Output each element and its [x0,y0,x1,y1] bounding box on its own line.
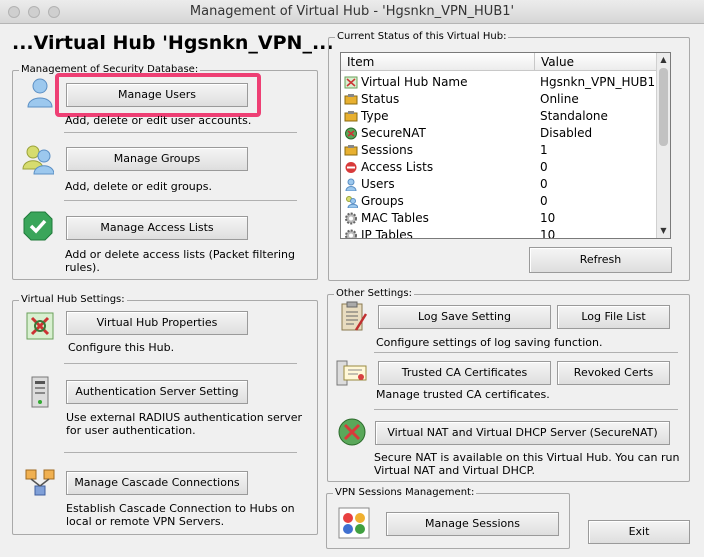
table-row[interactable]: SecureNAT Disabled [341,125,658,142]
hub-icon [344,76,358,89]
status-item-value: 0 [540,194,548,208]
ca-certificates-description: Manage trusted CA certificates. [376,388,550,401]
log-settings-description: Configure settings of log saving functio… [376,336,603,349]
group-icon [346,196,358,208]
hub-properties-icon [26,312,54,340]
status-item-value: 0 [540,177,548,191]
group-icon [22,145,54,175]
securenat-icon [345,127,357,140]
checkmark-shield-icon [23,211,53,241]
status-item-label: Sessions [361,143,414,157]
scroll-down-arrow-icon[interactable]: ▼ [657,224,670,238]
status-item-label: Groups [361,194,404,208]
table-header: Item Value [341,53,658,71]
table-scrollbar[interactable]: ▲ ▼ [656,53,670,238]
user-icon [27,78,53,108]
minimize-window-button[interactable] [28,6,40,18]
window-titlebar: Management of Virtual Hub - 'Hgsnkn_VPN_… [0,0,704,24]
hub-status-legend: Current Status of this Virtual Hub: [335,31,509,43]
securenat-description: Secure NAT is available on this Virtual … [374,451,680,477]
status-item-value: Disabled [540,126,593,140]
vpn-sessions-legend: VPN Sessions Management: [333,487,477,499]
table-row[interactable]: Sessions 1 [341,142,658,159]
other-settings-legend: Other Settings: [334,288,414,300]
hub-settings-legend: Virtual Hub Settings: [19,294,127,306]
refresh-button[interactable]: Refresh [529,247,672,273]
status-item-value: 1 [540,143,548,157]
status-item-label: Users [361,177,395,191]
separator [64,200,297,201]
revoked-certs-button[interactable]: Revoked Certs [557,361,670,385]
cascade-connections-button[interactable]: Manage Cascade Connections [66,471,248,495]
table-row[interactable]: Status Online [341,91,658,108]
status-item-label: Status [361,92,400,106]
table-row[interactable]: Virtual Hub Name Hgsnkn_VPN_HUB1 [341,74,658,91]
table-row[interactable]: Groups 0 [341,193,658,210]
gear-icon [345,229,357,238]
table-row[interactable]: IP Tables 10 [341,227,658,239]
scroll-up-arrow-icon[interactable]: ▲ [657,53,670,67]
status-item-label: Virtual Hub Name [361,75,468,89]
securenat-button[interactable]: Virtual NAT and Virtual DHCP Server (Sec… [375,421,670,445]
exit-button[interactable]: Exit [588,520,690,544]
scrollbar-thumb[interactable] [659,68,668,146]
gear-icon [345,212,357,225]
status-item-value: 10 [540,228,556,239]
status-item-value: 10 [540,211,556,225]
page-title: ...Virtual Hub 'Hgsnkn_VPN_... [12,32,334,54]
manage-groups-description: Add, delete or edit groups. [65,180,212,193]
status-item-label: IP Tables [361,228,413,239]
status-item-value: Hgsnkn_VPN_HUB1 [540,75,656,89]
trusted-ca-certificates-button[interactable]: Trusted CA Certificates [378,361,551,385]
status-item-value: 0 [540,160,548,174]
securenat-router-icon [338,418,366,446]
manage-users-button[interactable]: Manage Users [66,83,248,107]
status-item-label: SecureNAT [361,126,426,140]
no-entry-icon [345,162,357,173]
log-file-list-button[interactable]: Log File List [557,305,670,329]
separator [64,363,297,364]
server-icon [31,376,49,408]
cascade-connections-icon [25,469,55,496]
close-window-button[interactable] [8,6,20,18]
log-save-setting-button[interactable]: Log Save Setting [378,305,551,329]
hub-properties-description: Configure this Hub. [68,341,175,354]
status-item-label: Access Lists [361,160,434,174]
table-row[interactable]: Access Lists 0 [341,159,658,176]
sessions-icon [338,507,370,539]
cascade-connections-description: Establish Cascade Connection to Hubs on … [66,502,295,528]
column-header-value[interactable]: Value [535,53,658,71]
status-icon [344,94,358,105]
manage-users-description: Add, delete or edit user accounts. [65,114,252,127]
user-icon [345,178,357,191]
manage-access-lists-description: Add or delete access lists (Packet filte… [65,248,296,274]
separator [64,132,297,133]
hub-properties-button[interactable]: Virtual Hub Properties [66,311,248,335]
status-item-label: MAC Tables [361,211,429,225]
sessions-icon [344,145,358,156]
certificate-icon [336,360,367,386]
status-item-value: Online [540,92,579,106]
manage-access-lists-button[interactable]: Manage Access Lists [66,216,248,240]
column-header-item[interactable]: Item [341,53,535,71]
separator [374,409,678,410]
table-row[interactable]: Type Standalone [341,108,658,125]
log-clipboard-icon [341,301,368,331]
authentication-server-button[interactable]: Authentication Server Setting [66,380,248,404]
manage-sessions-button[interactable]: Manage Sessions [386,512,559,536]
hub-status-table[interactable]: Item Value Virtual Hub Name Hgsnkn_VPN_H… [340,52,671,239]
status-item-value: Standalone [540,109,608,123]
separator [374,352,678,353]
manage-groups-button[interactable]: Manage Groups [66,147,248,171]
table-row[interactable]: Users 0 [341,176,658,193]
type-icon [344,111,358,122]
separator [64,452,297,453]
zoom-window-button[interactable] [48,6,60,18]
status-item-label: Type [361,109,389,123]
authentication-server-description: Use external RADIUS authentication serve… [66,411,303,437]
table-row[interactable]: MAC Tables 10 [341,210,658,227]
window-title: Management of Virtual Hub - 'Hgsnkn_VPN_… [189,4,515,19]
